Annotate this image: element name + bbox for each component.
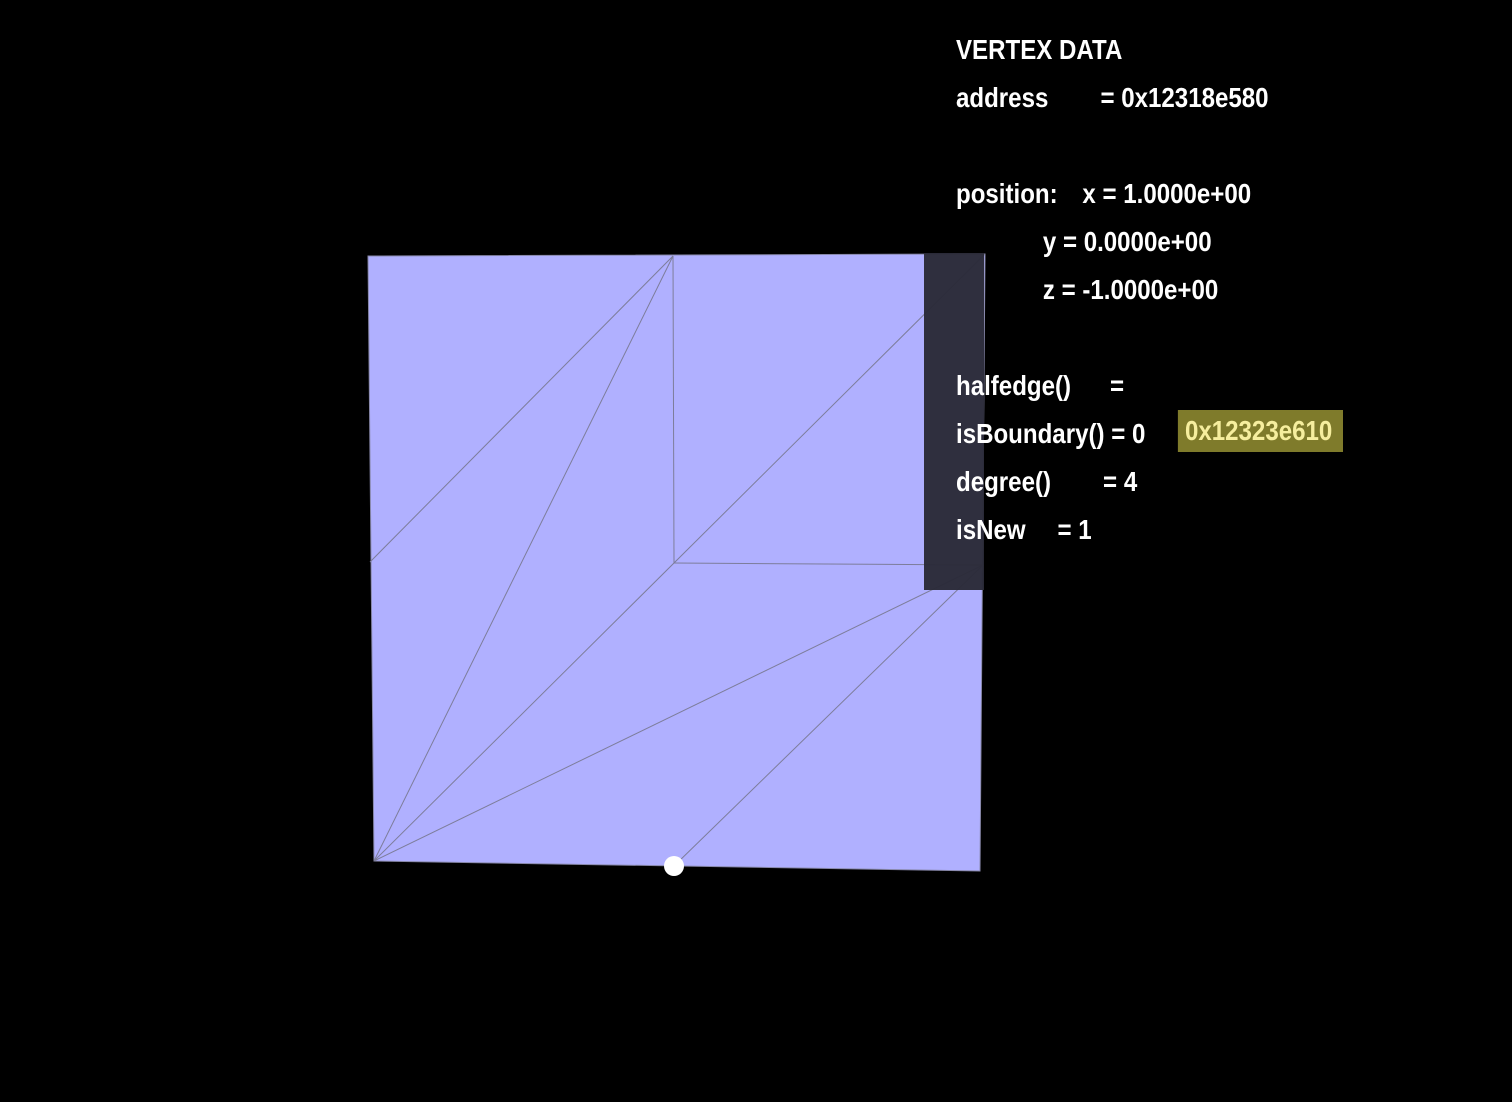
halfedge-link[interactable]: 0x12323e610 [1178,410,1343,452]
selected-vertex-marker[interactable] [664,856,684,876]
position-label: position: [956,178,1058,209]
isnew-label: isNew [956,514,1026,545]
halfedge-equals: = [1109,370,1125,401]
isnew-value: = 1 [1057,514,1092,545]
degree-value: = 4 [1103,466,1138,497]
address-label: address [956,82,1049,113]
3d-viewport[interactable]: VERTEX DATA address = 0x12318e580 positi… [0,0,1512,1102]
degree-label: degree() [956,466,1052,497]
position-z-value: z = -1.0000e+00 [1042,274,1219,305]
vertex-data-panel: VERTEX DATA address = 0x12318e580 positi… [956,28,1403,568]
address-value: = 0x12318e580 [1100,82,1269,113]
position-y-value: y = 0.0000e+00 [1042,226,1212,257]
isboundary-text: isBoundary() = 0 [956,418,1146,449]
halfedge-label: halfedge() [956,370,1072,401]
panel-heading: VERTEX DATA [956,34,1123,65]
position-x-value: x = 1.0000e+00 [1082,178,1252,209]
